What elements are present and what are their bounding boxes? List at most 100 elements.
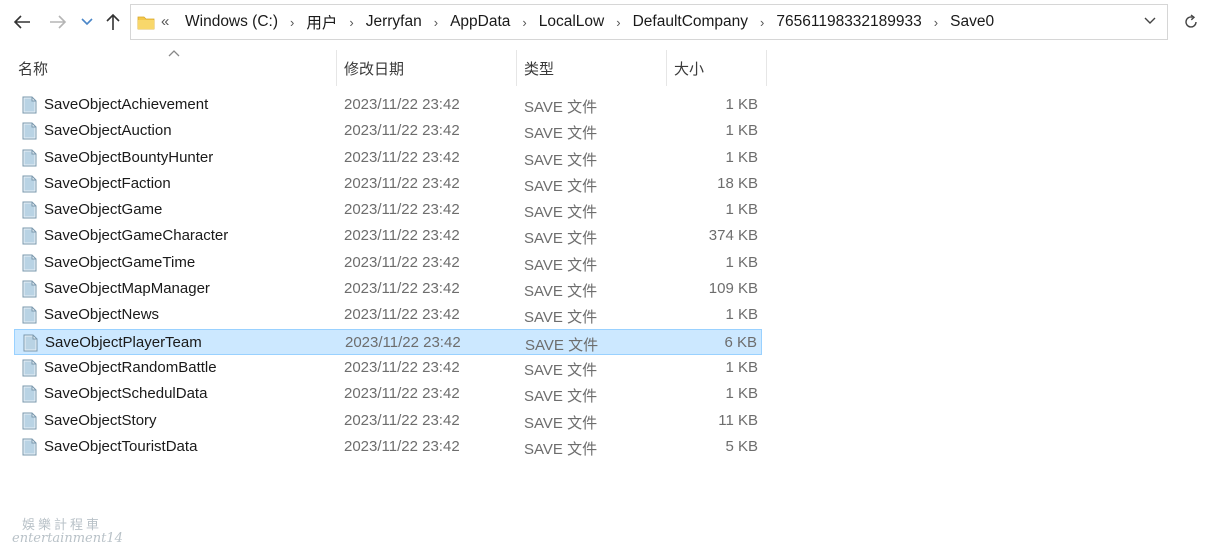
file-size: 6 KB [724, 333, 757, 351]
breadcrumb-item[interactable]: 用户 [304, 11, 339, 33]
table-row[interactable]: SaveObjectMapManager 2023/11/22 23:42 SAVE… [14, 276, 762, 302]
column-divider[interactable] [666, 50, 667, 86]
breadcrumb-item[interactable]: Save0 [948, 13, 996, 31]
breadcrumb-item[interactable]: DefaultCompany [631, 13, 750, 31]
file-icon [21, 227, 37, 245]
up-arrow-icon [106, 13, 120, 30]
table-row[interactable]: SaveObjectFaction 2023/11/22 23:42 SAVE 文件… [14, 171, 762, 197]
file-size: 1 KB [725, 385, 758, 403]
file-icon [21, 412, 37, 430]
file-date: 2023/11/22 23:42 [344, 122, 460, 140]
file-size: 11 KB [718, 411, 758, 429]
file-size: 1 KB [725, 358, 758, 376]
refresh-icon [1185, 14, 1197, 28]
breadcrumb-separator-icon[interactable]: › [349, 15, 353, 30]
file-type: SAVE 文件 [524, 99, 598, 116]
file-type: SAVE 文件 [524, 388, 598, 406]
file-name: SaveObjectGameCharacter [44, 227, 229, 245]
navigation-bar: « Windows (C:) › 用户 › Jerryfan › AppData › Local… [0, 0, 1225, 46]
table-row[interactable]: SaveObjectRandomBattle 2023/11/22 23:42 SA… [14, 355, 762, 381]
file-type: SAVE 文件 [524, 256, 598, 274]
file-date: 2023/11/22 23:42 [344, 201, 460, 219]
column-header-name[interactable]: 名称 [18, 58, 48, 79]
file-date: 2023/11/22 23:42 [344, 253, 460, 271]
file-name: SaveObjectAchievement [44, 96, 209, 113]
table-row[interactable]: SaveObjectBountyHunter 2023/11/22 23:42 SA… [14, 145, 762, 171]
file-date: 2023/11/22 23:42 [344, 385, 460, 403]
file-name: SaveObjectSchedulData [44, 385, 208, 403]
breadcrumb-item[interactable]: AppData [448, 13, 512, 31]
file-name: SaveObjectNews [44, 306, 160, 324]
file-icon [21, 122, 37, 140]
file-icon [21, 96, 37, 114]
file-type: SAVE 文件 [524, 361, 598, 379]
column-divider[interactable] [336, 50, 337, 86]
address-bar[interactable]: « Windows (C:) › 用户 › Jerryfan › AppData › Local… [130, 4, 1168, 40]
table-row[interactable]: SaveObjectSchedulData 2023/11/22 23:42 SAV… [14, 381, 762, 407]
address-dropdown-icon[interactable] [1143, 14, 1157, 26]
file-name: SaveObjectStory [44, 411, 157, 429]
table-row[interactable]: SaveObjectNews 2023/11/22 23:42 SAVE 文件 1 K… [14, 302, 762, 328]
file-date: 2023/11/22 23:42 [344, 437, 460, 455]
forward-button[interactable] [44, 8, 72, 36]
file-size: 1 KB [725, 306, 758, 324]
file-icon [21, 280, 37, 298]
back-button[interactable] [8, 8, 36, 36]
up-button[interactable] [100, 8, 126, 36]
table-row[interactable]: SaveObjectTouristData 2023/11/22 23:42 SAV… [14, 434, 762, 460]
file-date: 2023/11/22 23:42 [344, 227, 460, 245]
column-header-type[interactable]: 类型 [524, 58, 554, 79]
breadcrumb-separator-icon[interactable]: › [616, 15, 620, 30]
file-name: SaveObjectRandomBattle [44, 358, 217, 376]
table-row[interactable]: SaveObjectGameTime 2023/11/22 23:42 SAVE 文… [14, 250, 762, 276]
overflow-chevron-icon[interactable]: « [161, 13, 169, 30]
file-name: SaveObjectGame [44, 201, 163, 219]
column-header-date[interactable]: 修改日期 [344, 58, 404, 79]
breadcrumb-item[interactable]: LocalLow [537, 13, 607, 31]
breadcrumb-item[interactable]: 76561198332189933 [774, 13, 923, 31]
file-type: SAVE 文件 [525, 336, 599, 354]
file-date: 2023/11/22 23:42 [344, 148, 460, 166]
table-row[interactable]: SaveObjectAuction 2023/11/22 23:42 SAVE 文件… [14, 118, 762, 144]
file-size: 18 KB [717, 174, 758, 192]
file-name: SaveObjectFaction [44, 174, 171, 192]
table-row[interactable]: SaveObjectPlayerTeam 2023/11/22 23:42 SAVE… [14, 328, 762, 355]
breadcrumb-separator-icon[interactable]: › [290, 15, 294, 30]
file-date: 2023/11/22 23:42 [344, 280, 460, 298]
file-date: 2023/11/22 23:42 [344, 96, 460, 113]
column-divider[interactable] [516, 50, 517, 86]
breadcrumb-separator-icon[interactable]: › [434, 15, 438, 30]
breadcrumb-item[interactable]: Windows (C:) [183, 13, 280, 31]
file-list: SaveObjectAchievement 2023/11/22 23:42 SAV… [14, 92, 1214, 460]
table-row[interactable]: SaveObjectAchievement 2023/11/22 23:42 SAV… [14, 92, 762, 118]
breadcrumb-separator-icon[interactable]: › [760, 15, 764, 30]
file-icon [21, 149, 37, 167]
file-size: 374 KB [708, 227, 758, 245]
file-date: 2023/11/22 23:42 [345, 333, 461, 351]
column-header-size[interactable]: 大小 [674, 58, 704, 79]
file-date: 2023/11/22 23:42 [344, 358, 460, 376]
file-type: SAVE 文件 [524, 440, 598, 458]
file-date: 2023/11/22 23:42 [344, 174, 460, 192]
file-icon [21, 201, 37, 219]
watermark-text: entertainment14 [12, 531, 123, 546]
table-row[interactable]: SaveObjectGameCharacter 2023/11/22 23:42 S… [14, 223, 762, 249]
file-name: SaveObjectGameTime [44, 253, 196, 271]
refresh-button[interactable] [1175, 8, 1207, 36]
file-type: SAVE 文件 [524, 177, 598, 195]
table-row[interactable]: SaveObjectStory 2023/11/22 23:42 SAVE 文件 11… [14, 408, 762, 434]
breadcrumb-separator-icon[interactable]: › [522, 15, 526, 30]
file-type: SAVE 文件 [524, 151, 598, 169]
file-name: SaveObjectMapManager [44, 280, 210, 298]
file-icon [21, 254, 37, 272]
breadcrumb-separator-icon[interactable]: › [934, 15, 938, 30]
breadcrumb-item[interactable]: Jerryfan [364, 13, 424, 31]
file-size: 5 KB [725, 437, 758, 455]
file-name: SaveObjectAuction [44, 122, 172, 140]
recent-locations-button[interactable] [78, 8, 96, 36]
file-size: 1 KB [725, 253, 758, 271]
column-divider[interactable] [766, 50, 767, 86]
file-date: 2023/11/22 23:42 [344, 411, 460, 429]
file-size: 1 KB [725, 122, 758, 140]
table-row[interactable]: SaveObjectGame 2023/11/22 23:42 SAVE 文件 1 K… [14, 197, 762, 223]
